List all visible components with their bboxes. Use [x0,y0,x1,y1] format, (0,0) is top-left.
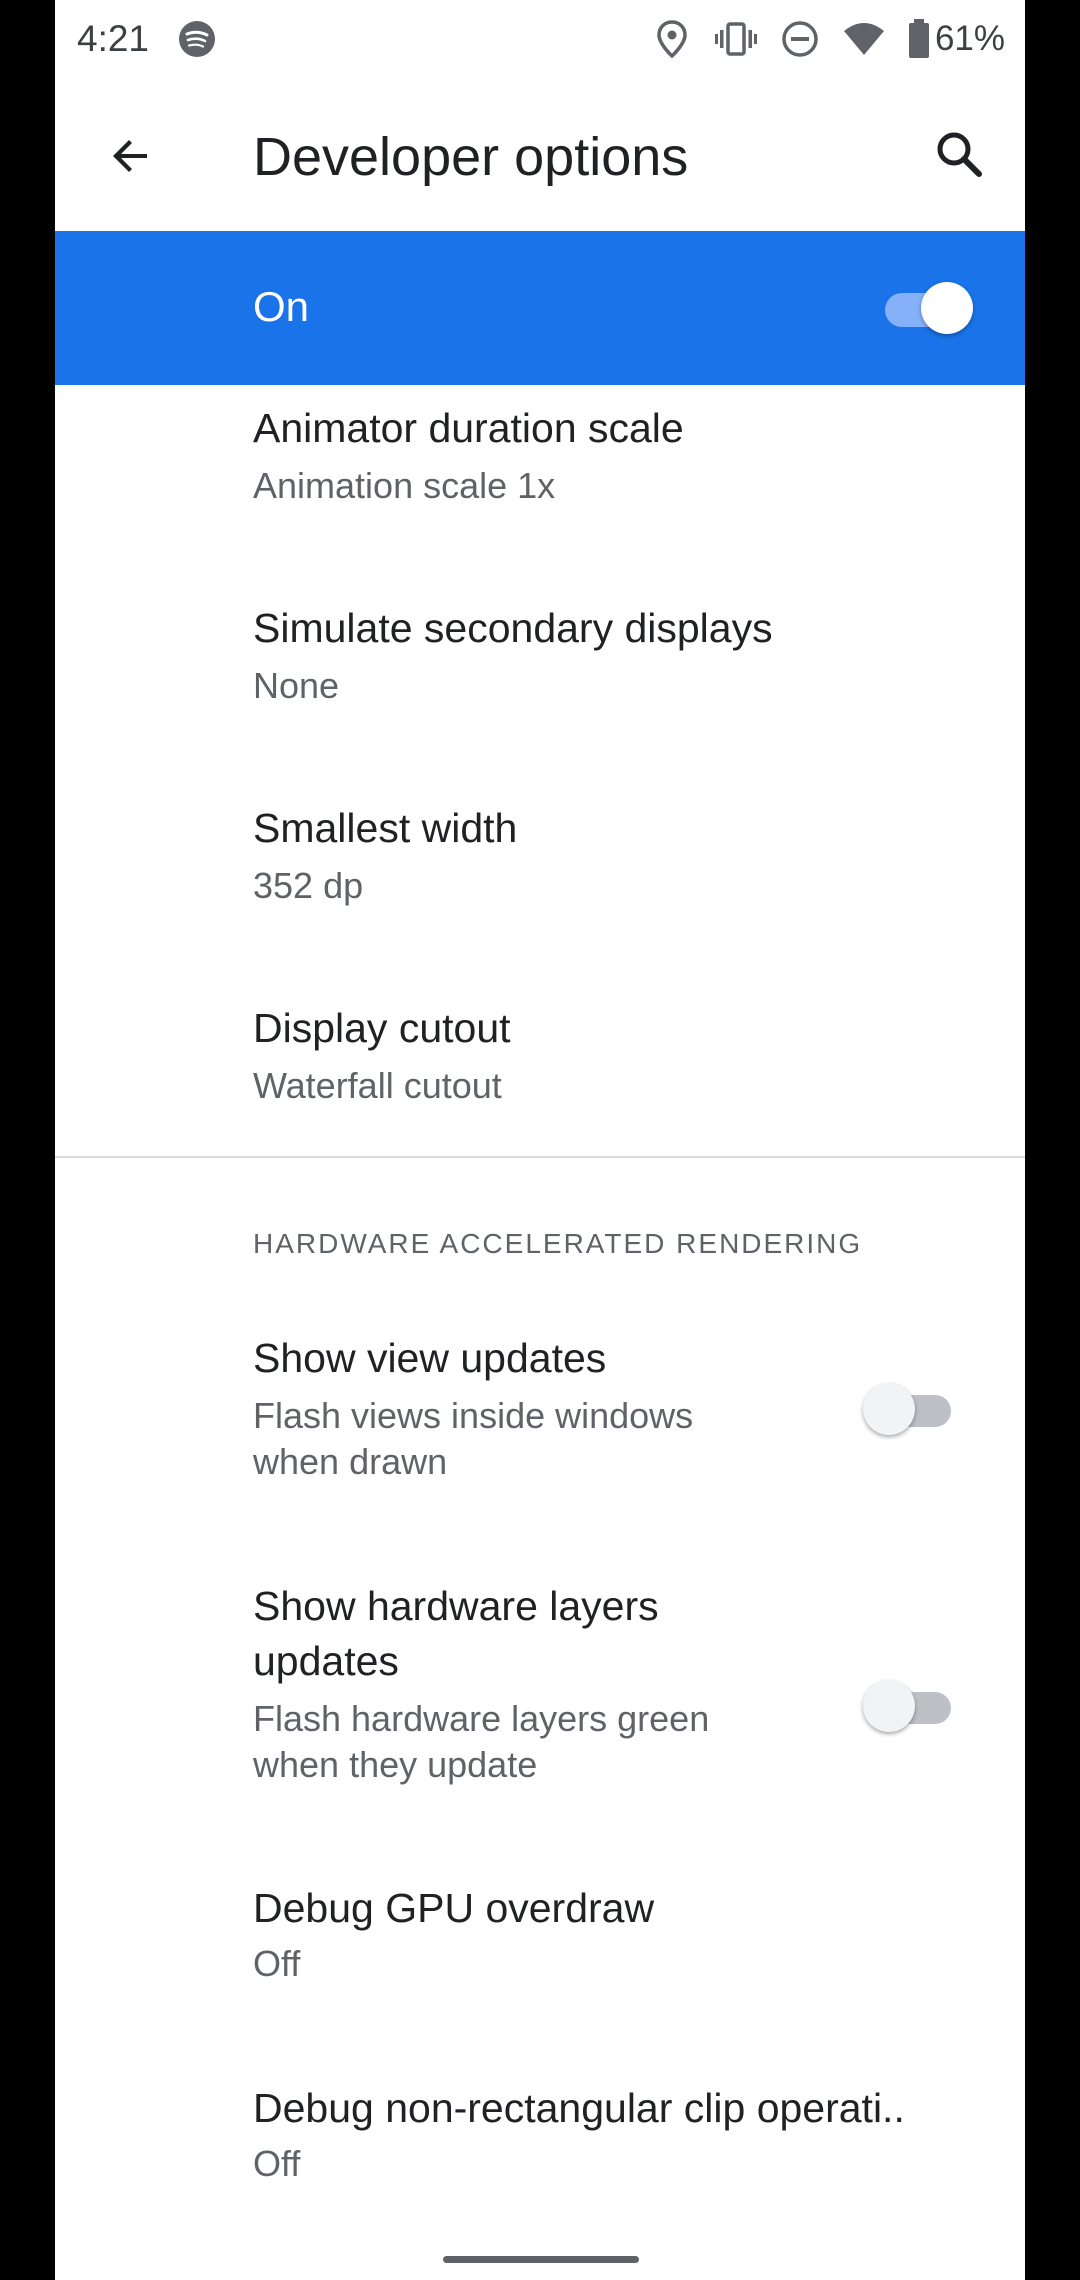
setting-simulate-secondary-displays[interactable]: Simulate secondary displays None [55,585,1025,785]
setting-show-view-updates[interactable]: Show view updates Flash views inside win… [55,1320,1025,1560]
setting-summary-line1: Flash views inside windows [253,1395,694,1436]
app-bar: Developer options [55,80,1025,232]
toggle-thumb [921,282,973,334]
status-time: 4:21 [77,18,150,59]
setting-summary: Off [253,1943,301,1984]
master-toggle[interactable] [883,282,973,334]
spotify-icon [178,20,216,58]
page-title: Developer options [253,127,689,187]
setting-title: Debug non-rectangular clip operati.. [253,2085,905,2131]
master-switch-bar[interactable]: On [55,231,1025,385]
setting-summary: 352 dp [253,865,364,906]
gesture-nav-handle[interactable] [443,2256,639,2263]
arrow-back-icon [113,140,147,172]
setting-title: Display cutout [253,1005,511,1051]
setting-summary-line2: when they update [253,1744,538,1785]
setting-summary-line1: Flash hardware layers green [253,1698,710,1739]
setting-debug-gpu-overdraw[interactable]: Debug GPU overdraw Off [55,1860,1025,2060]
setting-show-hardware-layers-updates[interactable]: Show hardware layers updates Flash hardw… [55,1560,1025,1860]
setting-display-cutout[interactable]: Display cutout Waterfall cutout [55,985,1025,1155]
setting-summary: Animation scale 1x [253,465,556,506]
show-hardware-layers-toggle[interactable] [863,1680,955,1736]
setting-title-line1: Show hardware layers [253,1583,659,1629]
setting-summary: Off [253,2143,301,2184]
status-icons: 61% [629,16,1005,62]
setting-animator-duration-scale[interactable]: Animator duration scale Animation scale … [55,385,1025,585]
toggle-thumb [863,1680,915,1732]
divider [55,1156,1025,1158]
setting-summary: None [253,665,340,706]
setting-title: Smallest width [253,805,518,851]
wifi-icon [843,18,885,60]
toggle-thumb [863,1383,915,1435]
location-icon [651,18,693,60]
section-header: HARDWARE ACCELERATED RENDERING [253,1228,863,1259]
setting-title: Animator duration scale [253,405,684,451]
screen: 4:21 61% Developer options On Animator d… [55,0,1025,2280]
search-button[interactable] [923,118,995,190]
setting-debug-non-rectangular-clip[interactable]: Debug non-rectangular clip operati.. Off [55,2060,1025,2260]
battery-icon [907,18,931,60]
battery-percent: 61% [934,19,1005,58]
setting-title: Debug GPU overdraw [253,1885,655,1931]
setting-title: Show view updates [253,1335,607,1381]
search-icon [937,132,982,177]
setting-title: Simulate secondary displays [253,605,773,651]
back-button[interactable] [95,120,167,192]
master-switch-label: On [253,283,310,330]
setting-summary-line2: when drawn [253,1441,448,1482]
status-bar: 4:21 61% [55,0,1025,80]
setting-smallest-width[interactable]: Smallest width 352 dp [55,785,1025,985]
show-view-updates-toggle[interactable] [863,1383,955,1439]
vibrate-icon [714,18,757,60]
do-not-disturb-icon [779,18,821,60]
setting-summary: Waterfall cutout [253,1065,502,1106]
setting-title-line2: updates [253,1638,399,1684]
